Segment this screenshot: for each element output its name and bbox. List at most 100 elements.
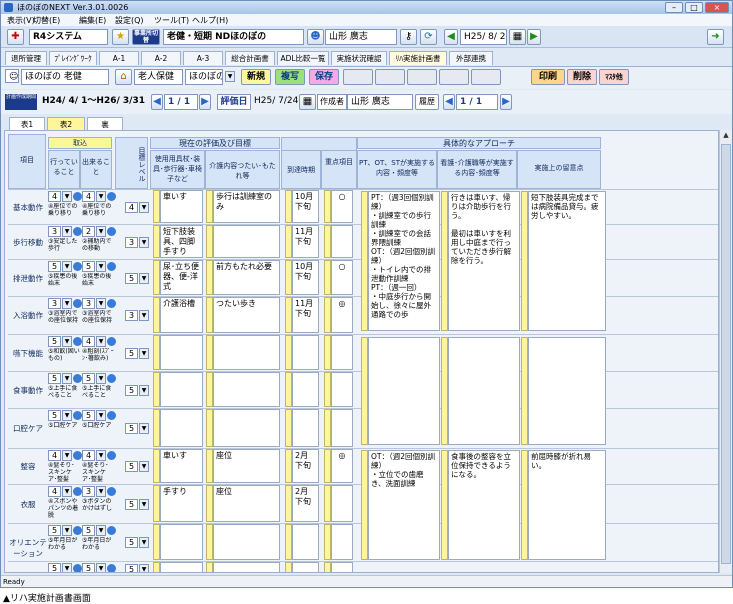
- sheet-tab-2[interactable]: 表2: [47, 117, 85, 131]
- can-info-icon[interactable]: [107, 487, 116, 496]
- doing-select[interactable]: 5: [48, 410, 61, 421]
- can-info-icon[interactable]: [107, 374, 116, 383]
- care-edit-bar[interactable]: [206, 372, 213, 407]
- tab-8[interactable]: ﾘﾊ実施計画書: [389, 51, 447, 65]
- care-field[interactable]: 座位: [213, 449, 280, 483]
- doing-dropdown-icon[interactable]: ▼: [62, 226, 72, 237]
- goal-select[interactable]: 3: [125, 236, 138, 248]
- goal-dropdown-icon[interactable]: ▼: [139, 272, 149, 284]
- can-info-icon[interactable]: [107, 451, 116, 460]
- tab-4[interactable]: A-3: [183, 51, 223, 65]
- goal-dropdown-icon[interactable]: ▼: [139, 423, 149, 434]
- goal-select[interactable]: 5: [125, 461, 138, 472]
- doing-select[interactable]: 3: [48, 226, 61, 237]
- new-button[interactable]: 新規: [241, 69, 271, 85]
- priority-edit-bar[interactable]: [324, 335, 331, 370]
- can-select[interactable]: 3: [82, 298, 95, 309]
- approach-nurse-1[interactable]: 行きは車いす、帰りは介助歩行を行う。 最初は車いすを利用し中庭まで行っていただき…: [448, 191, 520, 331]
- care-edit-bar[interactable]: [206, 485, 213, 522]
- doing-dropdown-icon[interactable]: ▼: [62, 525, 72, 536]
- period-edit-bar[interactable]: [285, 485, 292, 522]
- tools-edit-bar[interactable]: [153, 449, 160, 483]
- goal-select[interactable]: 5: [125, 272, 138, 284]
- goal-dropdown-icon[interactable]: ▼: [139, 537, 149, 548]
- tab-2[interactable]: A-1: [99, 51, 139, 65]
- date-field[interactable]: H25/ 8/ 2: [460, 29, 507, 45]
- doing-info-icon[interactable]: [73, 451, 82, 460]
- care-edit-bar[interactable]: [206, 260, 213, 295]
- doing-select[interactable]: 5: [48, 373, 61, 384]
- period-edit-bar[interactable]: [285, 335, 292, 370]
- goal-dropdown-icon[interactable]: ▼: [139, 201, 149, 213]
- can-info-icon[interactable]: [107, 526, 116, 535]
- period-next-icon[interactable]: ▶: [199, 94, 211, 110]
- period-edit-bar[interactable]: [285, 372, 292, 407]
- care-edit-bar[interactable]: [206, 190, 213, 223]
- goal-select[interactable]: 5: [125, 537, 138, 548]
- approach-pt-1[interactable]: PT：（週3回個別訓練） ・訓練室での歩行訓練 ・訓練室での会話界隈訓練 OT：…: [368, 191, 440, 331]
- approach-pt-2-edit-bar[interactable]: [361, 450, 368, 560]
- doing-info-icon[interactable]: [73, 227, 82, 236]
- doing-info-icon[interactable]: [73, 526, 82, 535]
- approach-notes-blank[interactable]: [528, 337, 606, 445]
- doing-dropdown-icon[interactable]: ▼: [62, 298, 72, 309]
- tools-field[interactable]: [160, 335, 203, 370]
- can-dropdown-icon[interactable]: ▼: [96, 373, 106, 384]
- goal-select[interactable]: 5: [125, 498, 138, 510]
- eval-date[interactable]: H25/ 7/24: [251, 94, 299, 108]
- can-dropdown-icon[interactable]: ▼: [96, 336, 106, 347]
- care-edit-bar[interactable]: [206, 297, 213, 333]
- care-edit-bar[interactable]: [206, 225, 213, 258]
- can-select[interactable]: 5: [82, 373, 95, 384]
- period-field[interactable]: [292, 524, 319, 560]
- period-edit-bar[interactable]: [285, 297, 292, 333]
- delete-button[interactable]: 削除: [567, 69, 597, 85]
- tab-6[interactable]: ADL比較一覧: [277, 51, 329, 65]
- can-info-icon[interactable]: [107, 411, 116, 420]
- priority-edit-bar[interactable]: [324, 297, 331, 333]
- goal-select[interactable]: 3: [125, 310, 138, 321]
- menu-settings[interactable]: 設定(Q): [115, 15, 144, 26]
- author-name[interactable]: 山形 廣志: [347, 94, 413, 110]
- care-field[interactable]: 前方もたれ必要: [213, 260, 280, 295]
- prev-date-icon[interactable]: ◀: [444, 29, 458, 45]
- office-switch-button[interactable]: 事業所切替: [132, 29, 160, 45]
- care-edit-bar[interactable]: [206, 409, 213, 447]
- goal-select[interactable]: 4: [125, 201, 138, 213]
- approach-nurse-blank[interactable]: [448, 337, 520, 445]
- can-dropdown-icon[interactable]: ▼: [96, 226, 106, 237]
- care-field[interactable]: [213, 562, 280, 572]
- home-icon[interactable]: ⌂: [115, 69, 132, 85]
- tools-edit-bar[interactable]: [153, 335, 160, 370]
- goal-dropdown-icon[interactable]: ▼: [139, 563, 149, 572]
- priority-edit-bar[interactable]: [324, 372, 331, 407]
- blank-button-5[interactable]: [471, 69, 501, 85]
- approach-pt-2[interactable]: OT：（週2回個別訓練） ・立位での歯磨き、洗面訓練: [368, 450, 440, 560]
- approach-pt-blank[interactable]: [368, 337, 440, 445]
- tab-5[interactable]: 総合計画書: [225, 51, 275, 65]
- doing-info-icon[interactable]: [73, 262, 82, 271]
- period-edit-bar[interactable]: [285, 190, 292, 223]
- period-edit-bar[interactable]: [285, 225, 292, 258]
- menu-help[interactable]: ヘルプ(H): [192, 15, 228, 26]
- can-info-icon[interactable]: [107, 192, 116, 201]
- priority-field[interactable]: [331, 562, 353, 572]
- priority-edit-bar[interactable]: [324, 190, 331, 223]
- can-select[interactable]: 4: [82, 336, 95, 347]
- doing-dropdown-icon[interactable]: ▼: [62, 486, 72, 497]
- blank-button-3[interactable]: [407, 69, 437, 85]
- can-dropdown-icon[interactable]: ▼: [96, 298, 106, 309]
- tools-field[interactable]: 尿･立ち便器、便-洋式: [160, 260, 203, 295]
- master-button[interactable]: ﾏｽﾀ他: [599, 69, 629, 85]
- eval-calendar-icon[interactable]: ▦: [299, 94, 316, 110]
- doing-select[interactable]: 5: [48, 336, 61, 347]
- can-dropdown-icon[interactable]: ▼: [96, 261, 106, 272]
- period-edit-bar[interactable]: [285, 409, 292, 447]
- can-info-icon[interactable]: [107, 299, 116, 308]
- can-dropdown-icon[interactable]: ▼: [96, 450, 106, 461]
- approach-nurse-2[interactable]: 食事後の整容を立位保持できるようになる。: [448, 450, 520, 560]
- can-select[interactable]: 5: [82, 261, 95, 272]
- refresh-icon[interactable]: ⟳: [420, 29, 437, 45]
- tools-field[interactable]: [160, 409, 203, 447]
- doing-select[interactable]: 5: [48, 525, 61, 536]
